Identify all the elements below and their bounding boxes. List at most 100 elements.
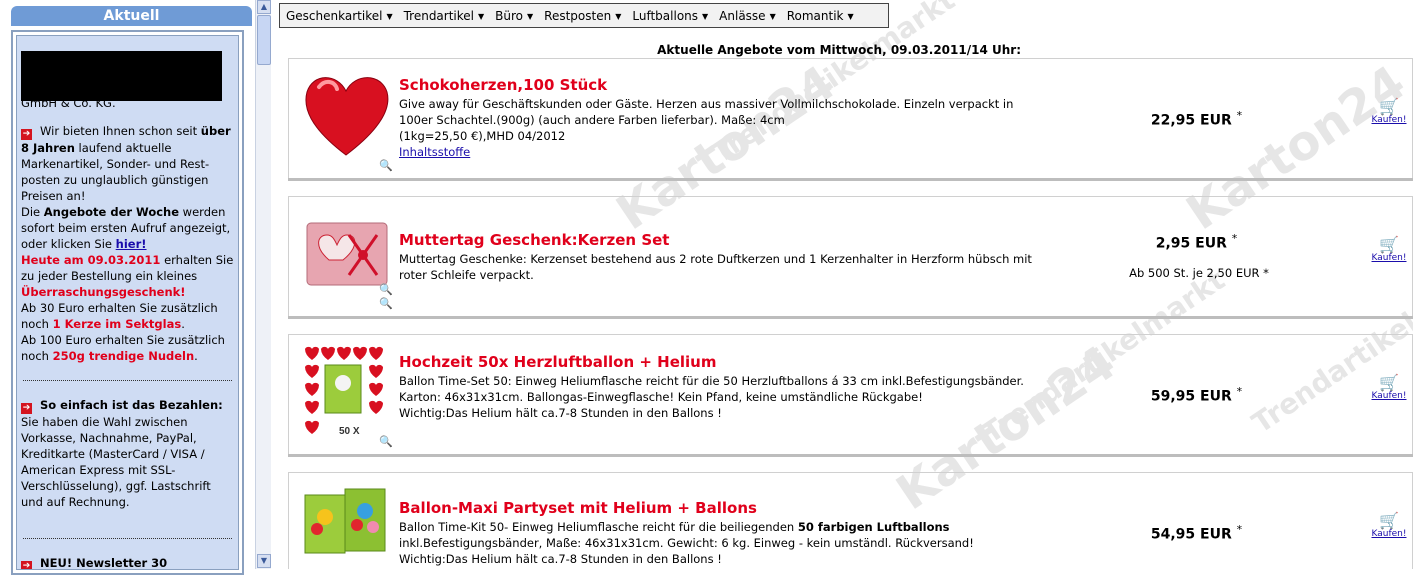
dotted-divider xyxy=(23,380,232,381)
intro-paragraph: ➔ Wir bieten Ihnen schon seit über 8 Jahr… xyxy=(21,123,234,364)
payment-paragraph: ➔ So einfach ist das Bezahlen: Sie haben … xyxy=(21,397,234,510)
zoom-icon[interactable]: 🔍 xyxy=(379,435,393,448)
price-value: 2,95 EUR xyxy=(1155,235,1227,252)
intro-text: Wir bieten Ihnen schon seit xyxy=(40,124,201,138)
menu-item-romantik[interactable]: Romantik ▼ xyxy=(787,9,854,23)
price-star: * xyxy=(1236,523,1243,536)
price-value: 54,95 EUR xyxy=(1150,526,1232,543)
menu-item-geschenkartikel[interactable]: Geschenkartikel ▼ xyxy=(286,9,393,23)
arrow-right-icon: ➔ xyxy=(21,129,32,140)
product-row: 🔍 🔍 Muttertag Geschenk:Kerzen Set Mutter… xyxy=(288,196,1413,316)
offers-text: Die xyxy=(21,205,44,219)
desc-text: Ballon Time-Kit 50- Einweg Heliumflasche… xyxy=(399,520,798,534)
cart-icon[interactable]: 🛒 xyxy=(1367,237,1411,253)
buy-label[interactable]: Kaufen! xyxy=(1367,115,1411,125)
bonus-100-item: 250g trendige Nudeln xyxy=(52,349,195,363)
price-star: * xyxy=(1231,232,1238,245)
menu-item-trendartikel[interactable]: Trendartikel ▼ xyxy=(404,9,485,23)
surprise-gift: Überraschungsgeschenk! xyxy=(21,285,186,299)
buy-label[interactable]: Kaufen! xyxy=(1367,391,1411,401)
caret-down-icon: ▼ xyxy=(615,11,622,21)
ingredients-link[interactable]: Inhaltsstoffe xyxy=(399,145,470,159)
cart-icon[interactable]: 🛒 xyxy=(1367,99,1411,115)
desc-text: inkl.Befestigungsbänder, Maße: 46x31x31c… xyxy=(399,536,974,550)
caret-down-icon: ▼ xyxy=(847,11,854,21)
caret-down-icon: ▼ xyxy=(478,11,485,21)
price-star: * xyxy=(1236,109,1243,122)
buy-button[interactable]: 🛒 Kaufen! xyxy=(1367,99,1411,126)
price-value: 22,95 EUR xyxy=(1150,112,1232,129)
buy-button[interactable]: 🛒 Kaufen! xyxy=(1367,513,1411,540)
caret-down-icon: ▼ xyxy=(527,11,534,21)
sidebar-content: GmbH & Co. KG. ➔ Wir bieten Ihnen schon s… xyxy=(16,35,239,570)
scroll-up-icon[interactable]: ▲ xyxy=(257,0,271,14)
product-row: 🔍 Schokoherzen,100 Stück Give away für G… xyxy=(288,58,1413,178)
product-price: 2,95 EUR * xyxy=(1119,232,1274,252)
scroll-down-icon[interactable]: ▼ xyxy=(257,554,271,568)
price-star: * xyxy=(1236,385,1243,398)
zoom-plus-icon[interactable]: 🔍 xyxy=(379,283,393,296)
offers-heading: Aktuelle Angebote vom Mittwoch, 09.03.20… xyxy=(657,43,1021,57)
party-balloon-set-image[interactable] xyxy=(299,481,394,569)
menu-label: Romantik xyxy=(786,8,844,23)
desc-bold: 50 farbigen Luftballons xyxy=(797,520,950,534)
sidebar-scrollbar[interactable]: ▲ ▼ xyxy=(255,0,271,569)
buy-button[interactable]: 🛒 Kaufen! xyxy=(1367,237,1411,264)
menu-label: Restposten xyxy=(544,8,612,23)
product-description: Ballon Time-Kit 50- Einweg Heliumflasche… xyxy=(399,519,1039,567)
menu-item-buero[interactable]: Büro ▼ xyxy=(495,9,533,23)
main-frame: Karton24 Trendartikelmarkt Karton24 Tren… xyxy=(271,0,1413,569)
cart-icon[interactable]: 🛒 xyxy=(1367,513,1411,529)
product-description: Ballon Time-Set 50: Einweg Heliumflasche… xyxy=(399,373,1039,421)
dotted-divider xyxy=(23,538,232,539)
today-date: Heute am 09.03.2011 xyxy=(21,253,161,267)
product-price: 22,95 EUR * xyxy=(1119,109,1274,129)
buy-label[interactable]: Kaufen! xyxy=(1367,253,1411,263)
product-price: 54,95 EUR * xyxy=(1119,523,1274,543)
price-value: 59,95 EUR xyxy=(1150,388,1232,405)
newsletter-title[interactable]: NEU! Newsletter 30 xyxy=(40,556,167,569)
bulk-price: Ab 500 St. je 2,50 EUR * xyxy=(1129,266,1269,280)
desc-text: Wichtig:Das Helium hält ca.7-8 Stunden i… xyxy=(399,406,722,420)
desc-text: (1kg=25,50 €),MHD 04/2012 xyxy=(399,129,566,143)
buy-label[interactable]: Kaufen! xyxy=(1367,529,1411,539)
bonus-30-item: 1 Kerze im Sektglas xyxy=(52,317,182,331)
product-row: 50 X 🔍 Hochzeit 50x Herzluftballon + Hel… xyxy=(288,334,1413,454)
payment-title: So einfach ist das Bezahlen: xyxy=(40,398,223,412)
punct: . xyxy=(194,349,198,363)
buy-button[interactable]: 🛒 Kaufen! xyxy=(1367,375,1411,402)
scroll-thumb[interactable] xyxy=(257,15,271,65)
cart-icon[interactable]: 🛒 xyxy=(1367,375,1411,391)
caret-down-icon: ▼ xyxy=(386,11,393,21)
product-description: Give away für Geschäftskunden oder Gäste… xyxy=(399,96,1039,160)
menu-item-restposten[interactable]: Restposten ▼ xyxy=(544,9,621,23)
menu-label: Trendartikel xyxy=(403,8,474,23)
company-name-tail: GmbH & Co. KG. xyxy=(21,96,116,107)
desc-text: Ballon Time-Set 50: Einweg Heliumflasche… xyxy=(399,374,1024,404)
product-title[interactable]: Ballon-Maxi Partyset mit Helium + Ballon… xyxy=(399,499,757,517)
menu-label: Geschenkartikel xyxy=(286,8,383,23)
sidebar-box: GmbH & Co. KG. ➔ Wir bieten Ihnen schon s… xyxy=(11,30,244,575)
menu-label: Anlässe xyxy=(719,8,766,23)
menu-item-anlaesse[interactable]: Anlässe ▼ xyxy=(719,9,776,23)
product-title[interactable]: Hochzeit 50x Herzluftballon + Helium xyxy=(399,353,716,371)
menu-item-luftballons[interactable]: Luftballons ▼ xyxy=(632,9,708,23)
zoom-icon[interactable]: 🔍 xyxy=(379,297,393,310)
menu-label: Büro xyxy=(495,8,524,23)
caret-down-icon: ▼ xyxy=(769,11,776,21)
product-title[interactable]: Schokoherzen,100 Stück xyxy=(399,76,607,94)
product-price: 59,95 EUR * xyxy=(1119,385,1274,405)
product-row: Ballon-Maxi Partyset mit Helium + Ballon… xyxy=(288,472,1413,569)
chocolate-heart-image[interactable] xyxy=(299,67,394,162)
offers-bold: Angebote der Woche xyxy=(43,205,180,219)
redacted-block xyxy=(21,51,222,101)
heart-balloon-set-image[interactable]: 50 X xyxy=(299,343,394,438)
payment-text: Sie haben die Wahl zwischen Vorkasse, Na… xyxy=(21,415,211,509)
here-link[interactable]: hier! xyxy=(116,237,147,251)
desc-text: Give away für Geschäftskunden oder Gäste… xyxy=(399,97,1014,127)
product-title[interactable]: Muttertag Geschenk:Kerzen Set xyxy=(399,231,669,249)
desc-text: Wichtig:Das Helium hält ca.7-8 Stunden i… xyxy=(399,552,722,566)
punct: . xyxy=(181,317,185,331)
product-description: Muttertag Geschenke: Kerzenset bestehend… xyxy=(399,252,1032,282)
zoom-icon[interactable]: 🔍 xyxy=(379,159,393,172)
